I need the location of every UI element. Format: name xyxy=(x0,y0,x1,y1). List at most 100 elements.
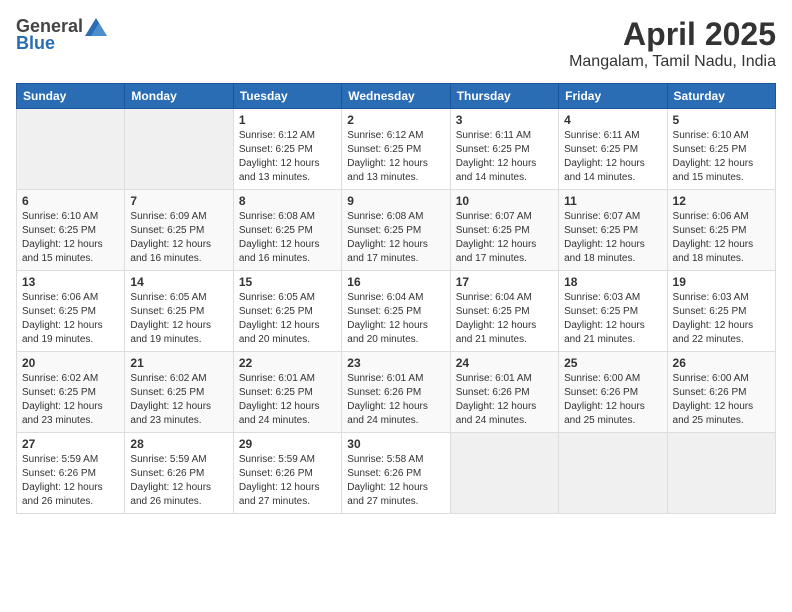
day-info: Sunrise: 6:03 AM Sunset: 6:25 PM Dayligh… xyxy=(673,291,770,347)
day-number: 29 xyxy=(239,437,336,451)
day-info: Sunrise: 6:02 AM Sunset: 6:25 PM Dayligh… xyxy=(22,372,119,428)
calendar-cell: 29Sunrise: 5:59 AM Sunset: 6:26 PM Dayli… xyxy=(233,433,341,514)
calendar-cell: 18Sunrise: 6:03 AM Sunset: 6:25 PM Dayli… xyxy=(559,271,667,352)
calendar-cell: 14 Sunrise: 6:05 AM Sunset: 6:25 PM Dayli… xyxy=(125,271,233,352)
day-info: Sunrise: 6:04 AM Sunset: 6:25 PM Dayligh… xyxy=(456,291,553,347)
day-info: Sunrise: 6:07 AM Sunset: 6:25 PM Dayligh… xyxy=(564,210,661,266)
calendar-header-row: SundayMondayTuesdayWednesdayThursdayFrid… xyxy=(17,84,776,109)
day-number: 9 xyxy=(347,194,444,208)
calendar-cell xyxy=(559,433,667,514)
weekday-header: Monday xyxy=(125,84,233,109)
calendar-table: SundayMondayTuesdayWednesdayThursdayFrid… xyxy=(16,83,776,514)
calendar-cell: 12 Sunrise: 6:06 AM Sunset: 6:25 PM Dayli… xyxy=(667,190,775,271)
day-number: 3 xyxy=(456,113,553,127)
day-info: Sunrise: 6:02 AM Sunset: 6:25 PM Dayligh… xyxy=(130,372,227,428)
day-info: Sunrise: 6:05 AM Sunset: 6:25 PM Dayligh… xyxy=(130,291,227,347)
day-info: Sunrise: 6:12 AM Sunset: 6:25 PM Dayligh… xyxy=(347,129,444,185)
calendar-week-row: 27Sunrise: 5:59 AM Sunset: 6:26 PM Dayli… xyxy=(17,433,776,514)
weekday-header: Wednesday xyxy=(342,84,450,109)
day-number: 20 xyxy=(22,356,119,370)
day-info: Sunrise: 6:00 AM Sunset: 6:26 PM Dayligh… xyxy=(673,372,770,428)
day-number: 30 xyxy=(347,437,444,451)
calendar-week-row: 1Sunrise: 6:12 AM Sunset: 6:25 PM Daylig… xyxy=(17,109,776,190)
calendar-cell: 2 Sunrise: 6:12 AM Sunset: 6:25 PM Daylig… xyxy=(342,109,450,190)
day-info: Sunrise: 6:09 AM Sunset: 6:25 PM Dayligh… xyxy=(130,210,227,266)
calendar-week-row: 6Sunrise: 6:10 AM Sunset: 6:25 PM Daylig… xyxy=(17,190,776,271)
day-number: 24 xyxy=(456,356,553,370)
day-info: Sunrise: 6:06 AM Sunset: 6:25 PM Dayligh… xyxy=(22,291,119,347)
calendar-cell: 6Sunrise: 6:10 AM Sunset: 6:25 PM Daylig… xyxy=(17,190,125,271)
day-info: Sunrise: 6:01 AM Sunset: 6:26 PM Dayligh… xyxy=(347,372,444,428)
calendar-cell: 24 Sunrise: 6:01 AM Sunset: 6:26 PM Dayli… xyxy=(450,352,558,433)
calendar-cell: 16 Sunrise: 6:04 AM Sunset: 6:25 PM Dayli… xyxy=(342,271,450,352)
day-info: Sunrise: 6:00 AM Sunset: 6:26 PM Dayligh… xyxy=(564,372,661,428)
day-number: 6 xyxy=(22,194,119,208)
day-number: 16 xyxy=(347,275,444,289)
calendar-cell: 8 Sunrise: 6:08 AM Sunset: 6:25 PM Daylig… xyxy=(233,190,341,271)
calendar-cell: 25 Sunrise: 6:00 AM Sunset: 6:26 PM Dayli… xyxy=(559,352,667,433)
logo-icon xyxy=(85,18,107,36)
month-title: April 2025 xyxy=(569,16,776,53)
day-info: Sunrise: 5:59 AM Sunset: 6:26 PM Dayligh… xyxy=(130,453,227,509)
day-number: 23 xyxy=(347,356,444,370)
calendar-cell: 4 Sunrise: 6:11 AM Sunset: 6:25 PM Daylig… xyxy=(559,109,667,190)
day-number: 8 xyxy=(239,194,336,208)
day-number: 4 xyxy=(564,113,661,127)
day-info: Sunrise: 6:11 AM Sunset: 6:25 PM Dayligh… xyxy=(456,129,553,185)
day-number: 28 xyxy=(130,437,227,451)
day-info: Sunrise: 6:01 AM Sunset: 6:25 PM Dayligh… xyxy=(239,372,336,428)
calendar-cell xyxy=(667,433,775,514)
day-info: Sunrise: 6:05 AM Sunset: 6:25 PM Dayligh… xyxy=(239,291,336,347)
day-info: Sunrise: 6:10 AM Sunset: 6:25 PM Dayligh… xyxy=(673,129,770,185)
calendar-cell: 11 Sunrise: 6:07 AM Sunset: 6:25 PM Dayli… xyxy=(559,190,667,271)
day-number: 10 xyxy=(456,194,553,208)
day-info: Sunrise: 6:06 AM Sunset: 6:25 PM Dayligh… xyxy=(673,210,770,266)
day-number: 21 xyxy=(130,356,227,370)
day-number: 15 xyxy=(239,275,336,289)
day-number: 18 xyxy=(564,275,661,289)
calendar-cell: 20 Sunrise: 6:02 AM Sunset: 6:25 PM Dayli… xyxy=(17,352,125,433)
day-info: Sunrise: 6:04 AM Sunset: 6:25 PM Dayligh… xyxy=(347,291,444,347)
calendar-cell: 1Sunrise: 6:12 AM Sunset: 6:25 PM Daylig… xyxy=(233,109,341,190)
day-number: 25 xyxy=(564,356,661,370)
calendar-cell: 23 Sunrise: 6:01 AM Sunset: 6:26 PM Dayli… xyxy=(342,352,450,433)
page-header: General Blue April 2025 Mangalam, Tamil … xyxy=(16,16,776,71)
calendar-cell: 19 Sunrise: 6:03 AM Sunset: 6:25 PM Dayli… xyxy=(667,271,775,352)
day-number: 14 xyxy=(130,275,227,289)
calendar-cell xyxy=(450,433,558,514)
logo-blue-text: Blue xyxy=(16,33,55,54)
day-number: 13 xyxy=(22,275,119,289)
day-number: 12 xyxy=(673,194,770,208)
calendar-cell xyxy=(125,109,233,190)
calendar-cell xyxy=(17,109,125,190)
day-info: Sunrise: 6:08 AM Sunset: 6:25 PM Dayligh… xyxy=(239,210,336,266)
calendar-cell: 15 Sunrise: 6:05 AM Sunset: 6:25 PM Dayli… xyxy=(233,271,341,352)
calendar-cell: 9 Sunrise: 6:08 AM Sunset: 6:25 PM Daylig… xyxy=(342,190,450,271)
calendar-week-row: 13 Sunrise: 6:06 AM Sunset: 6:25 PM Dayli… xyxy=(17,271,776,352)
day-info: Sunrise: 6:07 AM Sunset: 6:25 PM Dayligh… xyxy=(456,210,553,266)
day-info: Sunrise: 6:08 AM Sunset: 6:25 PM Dayligh… xyxy=(347,210,444,266)
calendar-week-row: 20 Sunrise: 6:02 AM Sunset: 6:25 PM Dayli… xyxy=(17,352,776,433)
day-number: 19 xyxy=(673,275,770,289)
calendar-cell: 7Sunrise: 6:09 AM Sunset: 6:25 PM Daylig… xyxy=(125,190,233,271)
calendar-cell: 28 Sunrise: 5:59 AM Sunset: 6:26 PM Dayli… xyxy=(125,433,233,514)
day-info: Sunrise: 5:59 AM Sunset: 6:26 PM Dayligh… xyxy=(22,453,119,509)
title-block: April 2025 Mangalam, Tamil Nadu, India xyxy=(569,16,776,71)
calendar-cell: 30 Sunrise: 5:58 AM Sunset: 6:26 PM Dayli… xyxy=(342,433,450,514)
calendar-cell: 17Sunrise: 6:04 AM Sunset: 6:25 PM Dayli… xyxy=(450,271,558,352)
calendar-cell: 22 Sunrise: 6:01 AM Sunset: 6:25 PM Dayli… xyxy=(233,352,341,433)
day-info: Sunrise: 6:01 AM Sunset: 6:26 PM Dayligh… xyxy=(456,372,553,428)
day-number: 5 xyxy=(673,113,770,127)
weekday-header: Friday xyxy=(559,84,667,109)
weekday-header: Sunday xyxy=(17,84,125,109)
calendar-cell: 26Sunrise: 6:00 AM Sunset: 6:26 PM Dayli… xyxy=(667,352,775,433)
calendar-cell: 13 Sunrise: 6:06 AM Sunset: 6:25 PM Dayli… xyxy=(17,271,125,352)
day-number: 2 xyxy=(347,113,444,127)
day-number: 11 xyxy=(564,194,661,208)
calendar-cell: 3 Sunrise: 6:11 AM Sunset: 6:25 PM Daylig… xyxy=(450,109,558,190)
day-info: Sunrise: 6:11 AM Sunset: 6:25 PM Dayligh… xyxy=(564,129,661,185)
day-info: Sunrise: 5:58 AM Sunset: 6:26 PM Dayligh… xyxy=(347,453,444,509)
day-number: 22 xyxy=(239,356,336,370)
weekday-header: Saturday xyxy=(667,84,775,109)
weekday-header: Tuesday xyxy=(233,84,341,109)
